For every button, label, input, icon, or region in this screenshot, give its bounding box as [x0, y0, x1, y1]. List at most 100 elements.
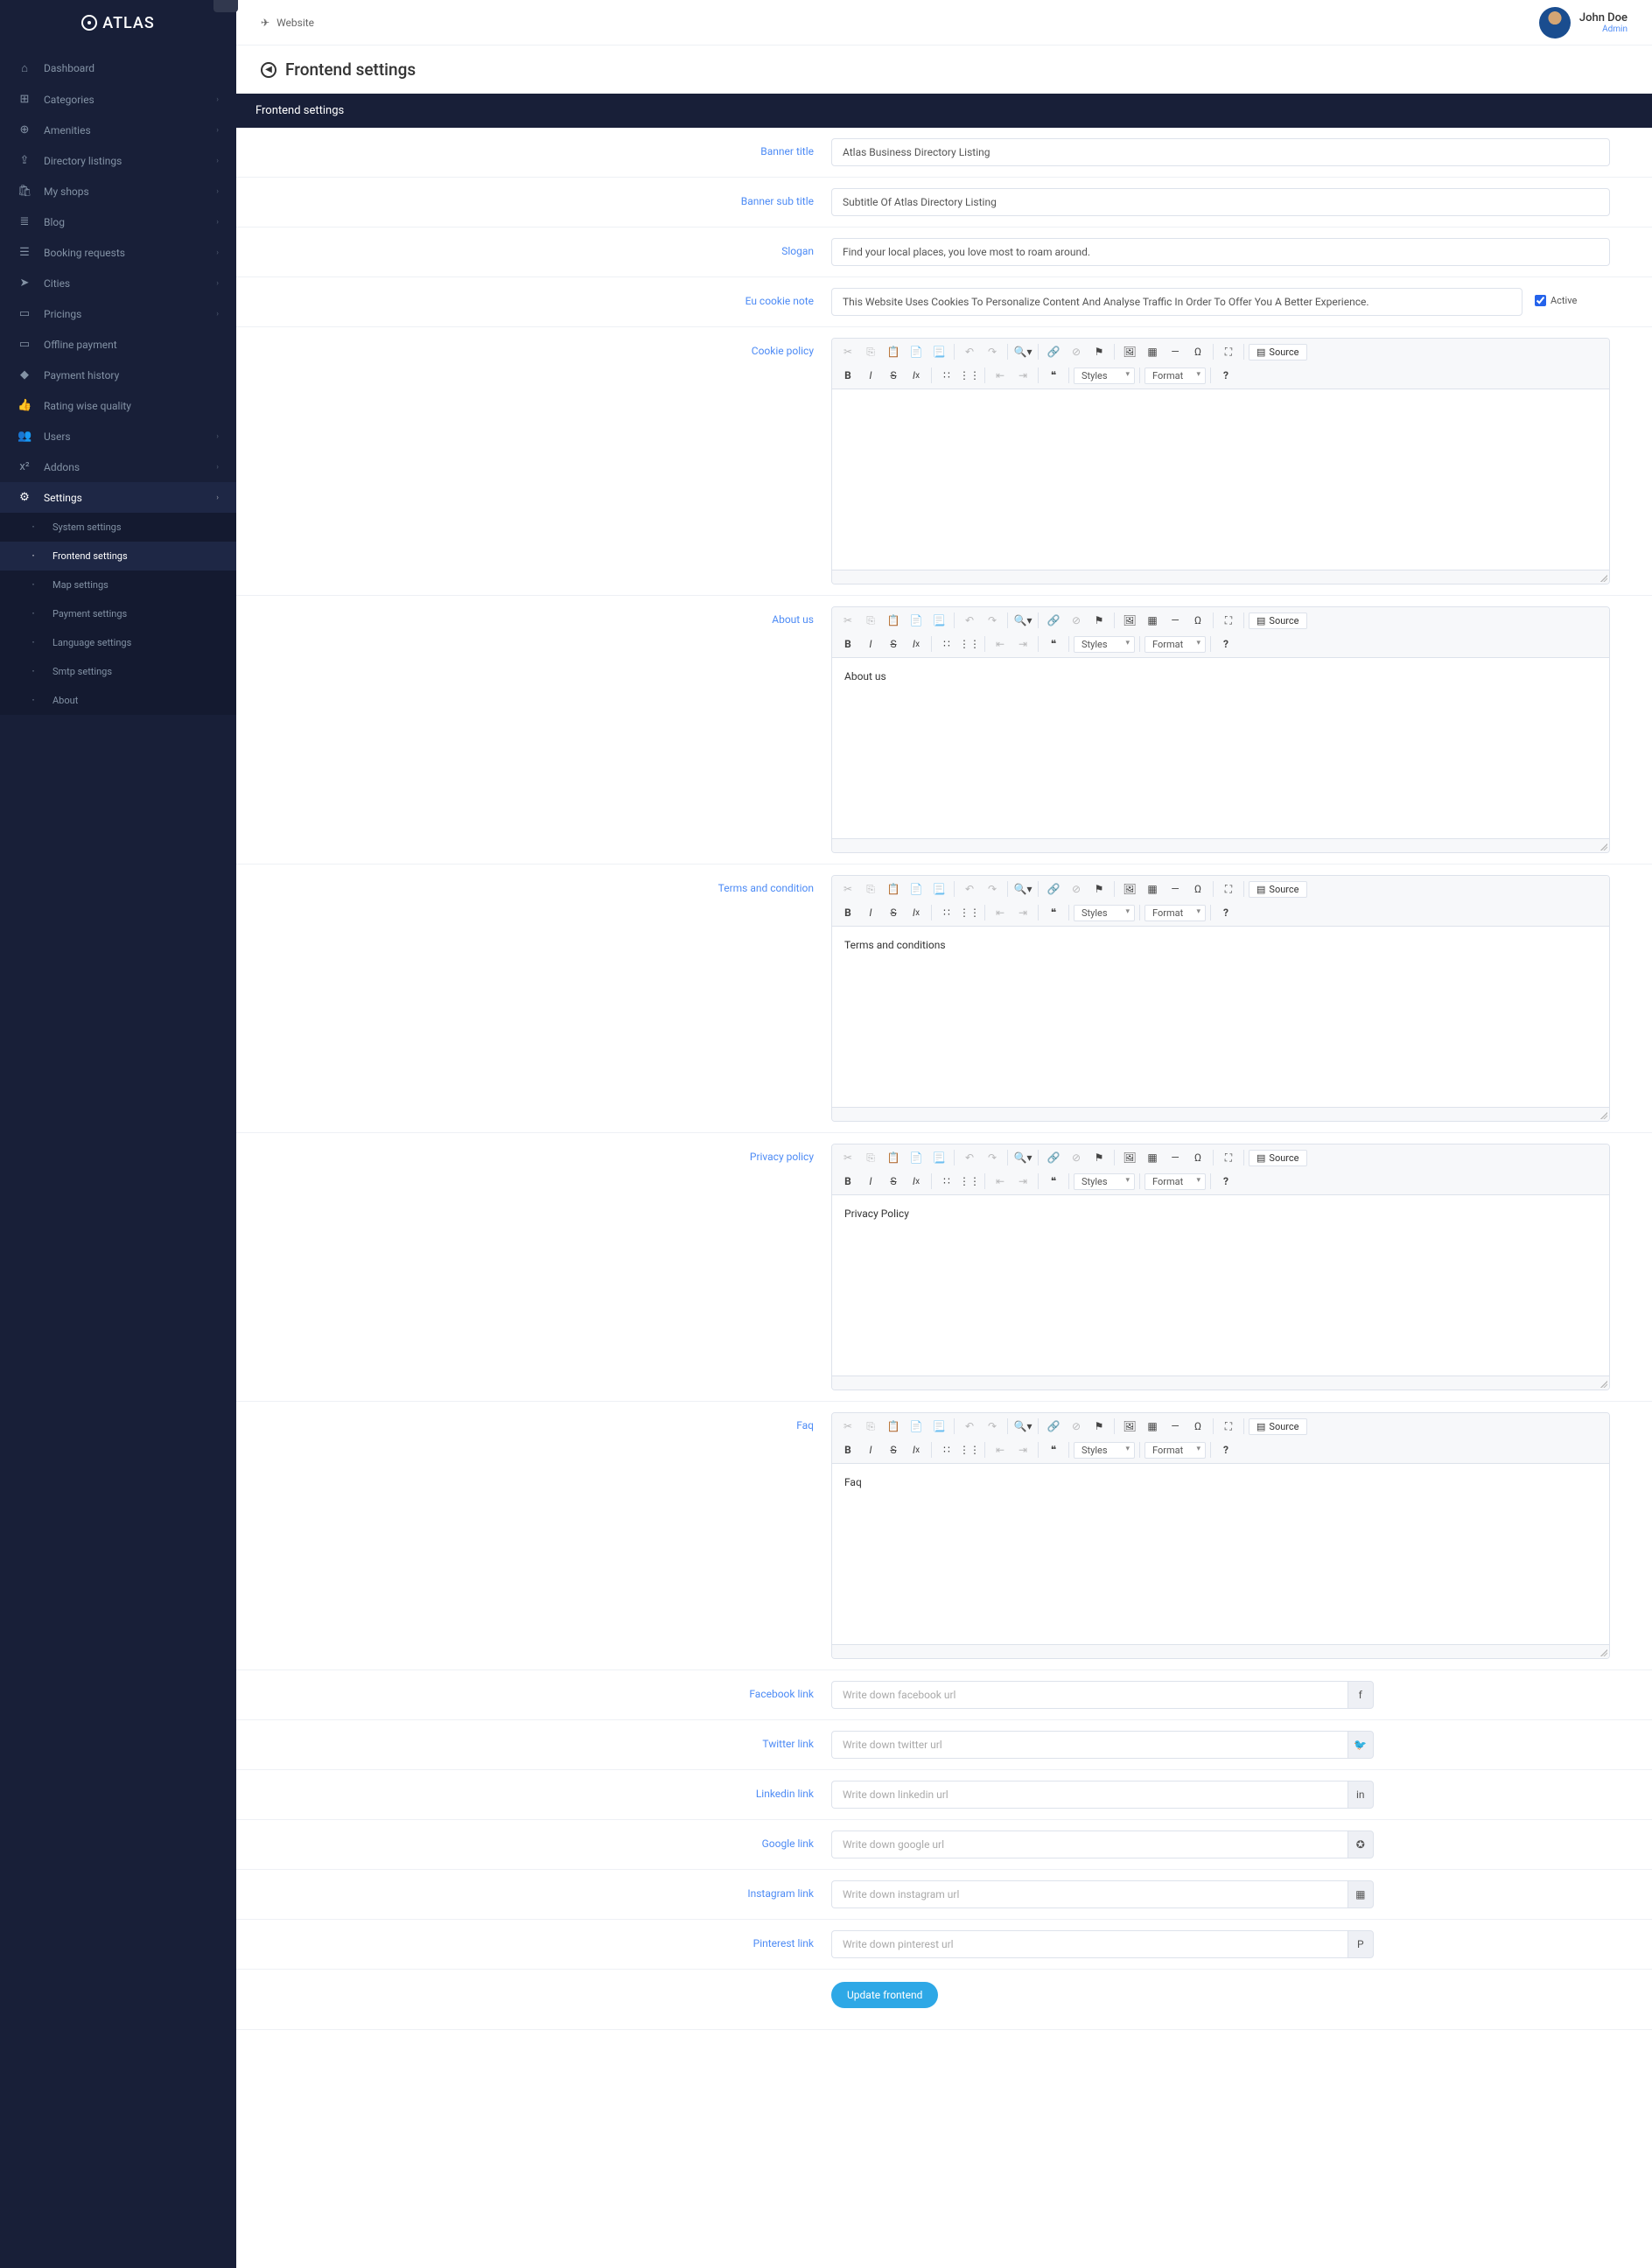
scayt-icon[interactable]: 🔍▾ [1012, 342, 1033, 361]
remove-format-icon[interactable]: Ix [906, 366, 927, 385]
pinterest-input[interactable] [831, 1930, 1348, 1958]
bullet-list-icon[interactable]: ⋮⋮ [959, 1440, 980, 1460]
format-select[interactable]: Format [1144, 636, 1206, 653]
anchor-icon[interactable]: ⚑ [1088, 611, 1110, 630]
special-char-icon[interactable]: Ω [1187, 342, 1208, 361]
source-button[interactable]: ▤Source [1249, 344, 1307, 360]
submenu-item-language-settings[interactable]: •Language settings [0, 628, 236, 657]
strike-icon[interactable]: S [883, 634, 904, 654]
banner_subtitle-input[interactable] [831, 188, 1610, 216]
about-icon[interactable]: ? [1215, 903, 1236, 922]
sidebar-item-directory-listings[interactable]: ⇪Directory listings› [0, 145, 236, 176]
anchor-icon[interactable]: ⚑ [1088, 342, 1110, 361]
source-button[interactable]: ▤Source [1249, 881, 1307, 898]
anchor-icon[interactable]: ⚑ [1088, 1417, 1110, 1436]
styles-select[interactable]: Styles [1074, 636, 1135, 653]
paste-text-icon[interactable]: 📄 [906, 1417, 927, 1436]
paste-text-icon[interactable]: 📄 [906, 1148, 927, 1167]
remove-format-icon[interactable]: Ix [906, 634, 927, 654]
blockquote-icon[interactable]: ❝ [1043, 1172, 1064, 1191]
image-icon[interactable]: 🖼 [1119, 611, 1140, 630]
special-char-icon[interactable]: Ω [1187, 1148, 1208, 1167]
scayt-icon[interactable]: 🔍▾ [1012, 1417, 1033, 1436]
paste-word-icon[interactable]: 📃 [928, 1417, 949, 1436]
paste-icon[interactable]: 📋 [883, 342, 904, 361]
bullet-list-icon[interactable]: ⋮⋮ [959, 366, 980, 385]
styles-select[interactable]: Styles [1074, 1173, 1135, 1190]
source-button[interactable]: ▤Source [1249, 612, 1307, 629]
about-icon[interactable]: ? [1215, 634, 1236, 654]
strike-icon[interactable]: S [883, 1440, 904, 1460]
update-frontend-button[interactable]: Update frontend [831, 1982, 938, 2008]
remove-format-icon[interactable]: Ix [906, 903, 927, 922]
numbered-list-icon[interactable]: ∷ [936, 366, 957, 385]
maximize-icon[interactable]: ⛶ [1218, 879, 1239, 899]
bold-icon[interactable]: B [837, 903, 858, 922]
paste-icon[interactable]: 📋 [883, 879, 904, 899]
back-icon[interactable]: ◀ [261, 62, 276, 78]
numbered-list-icon[interactable]: ∷ [936, 634, 957, 654]
paste-word-icon[interactable]: 📃 [928, 879, 949, 899]
submenu-item-map-settings[interactable]: •Map settings [0, 570, 236, 599]
blockquote-icon[interactable]: ❝ [1043, 366, 1064, 385]
link-icon[interactable]: 🔗 [1043, 1148, 1064, 1167]
remove-format-icon[interactable]: Ix [906, 1440, 927, 1460]
image-icon[interactable]: 🖼 [1119, 879, 1140, 899]
anchor-icon[interactable]: ⚑ [1088, 1148, 1110, 1167]
sidebar-item-offline-payment[interactable]: ▭Offline payment [0, 329, 236, 360]
scayt-icon[interactable]: 🔍▾ [1012, 879, 1033, 899]
paste-word-icon[interactable]: 📃 [928, 1148, 949, 1167]
special-char-icon[interactable]: Ω [1187, 611, 1208, 630]
strike-icon[interactable]: S [883, 366, 904, 385]
link-icon[interactable]: 🔗 [1043, 611, 1064, 630]
paste-icon[interactable]: 📋 [883, 1148, 904, 1167]
hr-icon[interactable]: ― [1165, 1148, 1186, 1167]
terms-editor-body[interactable]: Terms and conditions [832, 927, 1609, 1107]
paste-text-icon[interactable]: 📄 [906, 342, 927, 361]
sidebar-item-payment-history[interactable]: ◆Payment history [0, 360, 236, 390]
styles-select[interactable]: Styles [1074, 368, 1135, 384]
paste-icon[interactable]: 📋 [883, 611, 904, 630]
paste-text-icon[interactable]: 📄 [906, 879, 927, 899]
scayt-icon[interactable]: 🔍▾ [1012, 611, 1033, 630]
table-icon[interactable]: ▦ [1142, 1148, 1163, 1167]
facebook-input[interactable] [831, 1681, 1348, 1709]
privacy-editor-body[interactable]: Privacy Policy [832, 1195, 1609, 1376]
italic-icon[interactable]: I [860, 903, 881, 922]
sidebar-item-rating-wise-quality[interactable]: 👍Rating wise quality [0, 390, 236, 421]
editor-resize[interactable] [832, 838, 1609, 852]
sidebar-item-pricings[interactable]: ▭Pricings› [0, 298, 236, 329]
hr-icon[interactable]: ― [1165, 879, 1186, 899]
cookie_policy-editor-body[interactable] [832, 389, 1609, 570]
strike-icon[interactable]: S [883, 903, 904, 922]
sidebar-item-users[interactable]: 👥Users› [0, 421, 236, 452]
table-icon[interactable]: ▦ [1142, 342, 1163, 361]
image-icon[interactable]: 🖼 [1119, 1417, 1140, 1436]
slogan-input[interactable] [831, 238, 1610, 266]
sidebar-item-amenities[interactable]: ⊕Amenities› [0, 115, 236, 145]
submenu-item-system-settings[interactable]: •System settings [0, 513, 236, 542]
special-char-icon[interactable]: Ω [1187, 879, 1208, 899]
about_us-editor-body[interactable]: About us [832, 658, 1609, 838]
sidebar-item-booking-requests[interactable]: ☰Booking requests› [0, 237, 236, 268]
source-button[interactable]: ▤Source [1249, 1150, 1307, 1166]
sidebar-item-addons[interactable]: x²Addons› [0, 452, 236, 482]
source-button[interactable]: ▤Source [1249, 1418, 1307, 1435]
editor-resize[interactable] [832, 1107, 1609, 1121]
submenu-item-about[interactable]: •About [0, 686, 236, 715]
about-icon[interactable]: ? [1215, 1172, 1236, 1191]
remove-format-icon[interactable]: Ix [906, 1172, 927, 1191]
blockquote-icon[interactable]: ❝ [1043, 903, 1064, 922]
numbered-list-icon[interactable]: ∷ [936, 1172, 957, 1191]
table-icon[interactable]: ▦ [1142, 879, 1163, 899]
sidebar-item-blog[interactable]: ≣Blog› [0, 206, 236, 237]
format-select[interactable]: Format [1144, 1442, 1206, 1459]
twitter-input[interactable] [831, 1731, 1348, 1759]
sidebar-item-my-shops[interactable]: 🛍My shops› [0, 176, 236, 206]
about-icon[interactable]: ? [1215, 366, 1236, 385]
anchor-icon[interactable]: ⚑ [1088, 879, 1110, 899]
bullet-list-icon[interactable]: ⋮⋮ [959, 1172, 980, 1191]
image-icon[interactable]: 🖼 [1119, 342, 1140, 361]
maximize-icon[interactable]: ⛶ [1218, 1148, 1239, 1167]
styles-select[interactable]: Styles [1074, 905, 1135, 921]
